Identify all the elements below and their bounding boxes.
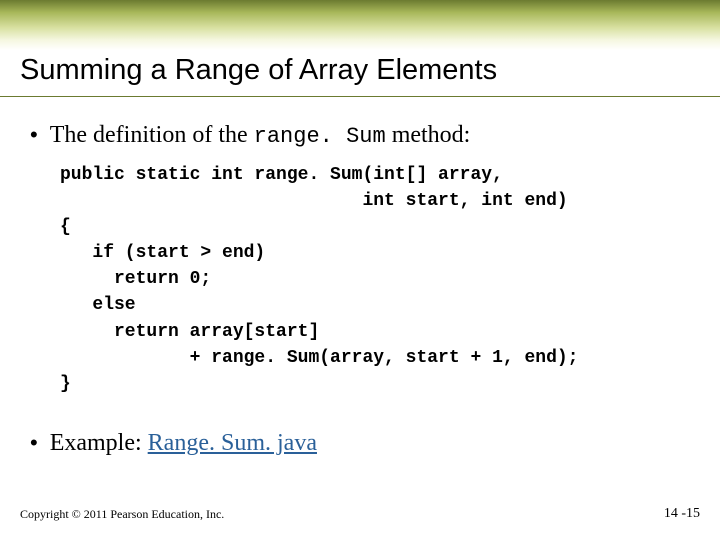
footer-page-number: 14 -15 [664, 506, 700, 522]
bullet-1: • The definition of the range. Sum metho… [30, 122, 470, 149]
example-link[interactable]: Range. Sum. java [148, 430, 317, 456]
slide-title: Summing a Range of Array Elements [20, 54, 497, 87]
bullet-dot-icon: • [30, 124, 38, 146]
bullet-2: • Example: Range. Sum. java [30, 430, 317, 457]
title-underline [0, 96, 720, 97]
bullet-2-prefix: Example: [50, 430, 148, 456]
bullet-1-code: range. Sum [254, 124, 386, 149]
code-block: public static int range. Sum(int[] array… [60, 162, 578, 397]
bullet-1-prefix: The definition of the [50, 122, 254, 148]
slide: Summing a Range of Array Elements • The … [0, 0, 720, 540]
footer-copyright: Copyright © 2011 Pearson Education, Inc. [20, 507, 224, 522]
bullet-1-suffix: method: [386, 122, 471, 148]
bullet-1-text: The definition of the range. Sum method: [50, 122, 471, 149]
header-gradient [0, 0, 720, 50]
bullet-dot-icon: • [30, 432, 38, 454]
bullet-2-text: Example: Range. Sum. java [50, 430, 317, 457]
